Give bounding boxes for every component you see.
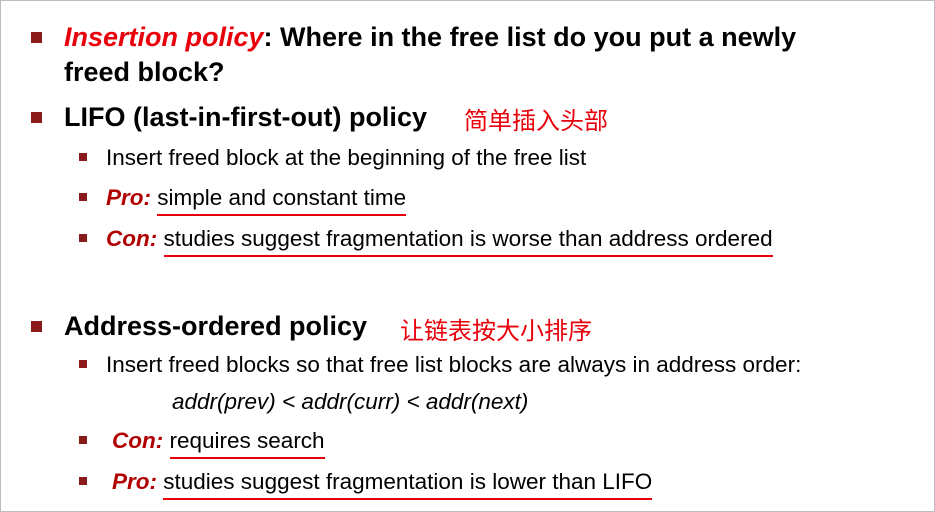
lifo-title: LIFO (last-in-first-out) policy [64, 102, 427, 132]
lifo-pro-text: simple and constant time [157, 183, 407, 216]
insertion-policy-line-2: freed block? [64, 54, 225, 90]
insertion-policy-question-cont: freed block? [64, 57, 225, 87]
bullet-square-icon [79, 153, 87, 161]
insertion-policy-colon: : [263, 22, 273, 52]
address-heading: Address-ordered policy [64, 308, 367, 344]
lifo-con-label: Con: [106, 226, 158, 251]
lifo-item-insert-text: Insert freed block at the beginning of t… [106, 145, 587, 170]
lifo-heading: LIFO (last-in-first-out) policy [64, 99, 427, 135]
address-note-text: 让链表按大小排序 [400, 317, 592, 345]
lifo-note-text: 简单插入头部 [464, 107, 608, 135]
address-pro-label: Pro: [112, 469, 157, 494]
bullet-square-icon [79, 234, 87, 242]
insertion-policy-term: Insertion policy [64, 22, 264, 52]
bullet-square-icon [79, 360, 87, 368]
bullet-square-icon [79, 477, 87, 485]
insertion-policy-line-1: Insertion policy: Where in the free list… [64, 19, 796, 55]
lifo-con-text: studies suggest fragmentation is worse t… [163, 224, 773, 257]
lifo-item-con: Con: studies suggest fragmentation is wo… [106, 224, 773, 257]
address-con-label: Con: [112, 428, 164, 453]
bullet-square-icon [31, 112, 42, 123]
address-item-pro: Pro: studies suggest fragmentation is lo… [112, 467, 653, 500]
address-note: 让链表按大小排序 [400, 311, 592, 346]
lifo-note: 简单插入头部 [464, 101, 608, 136]
lifo-item-pro: Pro: simple and constant time [106, 183, 407, 216]
bullet-square-icon [31, 321, 42, 332]
bullet-square-icon [31, 32, 42, 43]
address-pro-text: studies suggest fragmentation is lower t… [163, 467, 653, 500]
address-item-insert-text: Insert freed blocks so that free list bl… [106, 352, 802, 377]
address-formula: addr(prev) < addr(curr) < addr(next) [172, 387, 528, 417]
lifo-item-insert: Insert freed block at the beginning of t… [106, 143, 586, 173]
bullet-square-icon [79, 436, 87, 444]
address-item-insert: Insert freed blocks so that free list bl… [106, 350, 801, 380]
address-con-text: requires search [169, 426, 325, 459]
lifo-pro-label: Pro: [106, 185, 151, 210]
address-formula-text: addr(prev) < addr(curr) < addr(next) [172, 389, 529, 414]
insertion-policy-question: Where in the free list do you put a newl… [272, 22, 797, 52]
bullet-square-icon [79, 193, 87, 201]
address-item-con: Con: requires search [112, 426, 325, 459]
address-title: Address-ordered policy [64, 311, 368, 341]
